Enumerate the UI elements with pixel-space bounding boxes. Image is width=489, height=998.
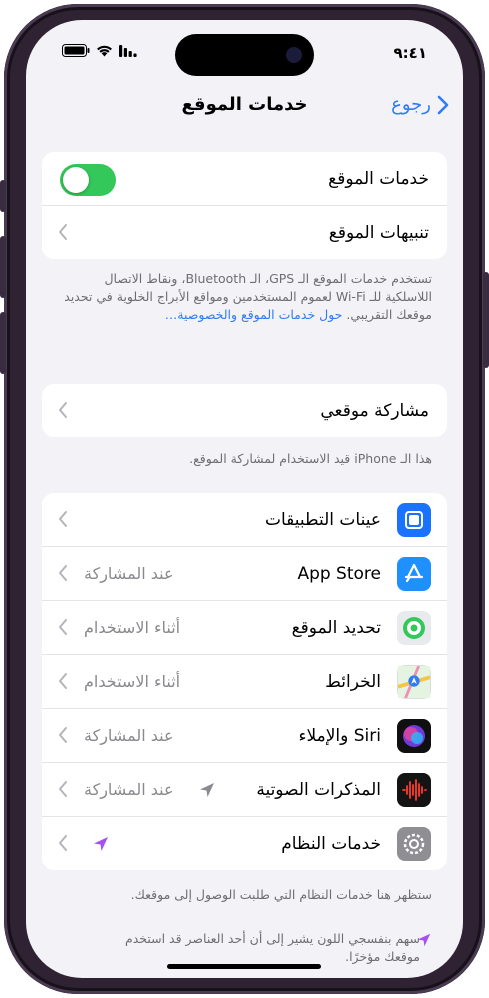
app-row-system-services[interactable]: خدمات النظام xyxy=(42,817,447,870)
purple-arrow-note: سهم بنفسجي اللون يشير إلى أن أحد العناصر… xyxy=(124,931,420,964)
app-label: المذكرات الصوتية xyxy=(256,779,381,800)
volume-up-button xyxy=(0,236,6,298)
app-permission-value: عند المشاركة xyxy=(84,726,174,745)
siri-icon xyxy=(397,719,431,753)
chevron-left-icon xyxy=(59,673,67,689)
screen: ٩:٤١ خدمات الموقع رجوع خدمات الموقع تنبي… xyxy=(26,20,463,978)
home-indicator[interactable] xyxy=(167,964,321,969)
toggle-knob xyxy=(63,167,89,193)
location-alerts-row[interactable]: تنبيهات الموقع xyxy=(42,206,447,259)
app-row-voice-memos[interactable]: المذكرات الصوتية عند المشاركة xyxy=(42,763,447,817)
wifi-icon xyxy=(97,45,112,57)
sample-apps-icon xyxy=(397,503,431,537)
location-services-description: تستخدم خدمات الموقع الـ GPS، الـ Bluetoo… xyxy=(56,270,432,324)
volume-down-button xyxy=(0,312,6,374)
location-arrow-icon xyxy=(200,783,214,797)
back-button[interactable]: رجوع xyxy=(391,94,449,115)
app-row-app-store[interactable]: App Store عند المشاركة xyxy=(42,547,447,601)
system-services-note: ستظهر هنا خدمات النظام التي طلبت الوصول … xyxy=(130,887,432,902)
chevron-left-icon xyxy=(59,835,67,851)
status-time: ٩:٤١ xyxy=(393,44,427,62)
maps-icon xyxy=(397,665,431,699)
app-label: App Store xyxy=(297,563,381,584)
back-label: رجوع xyxy=(391,94,431,115)
app-label: Siri والإملاء xyxy=(298,725,381,746)
location-services-label: خدمات الموقع xyxy=(328,168,429,189)
app-label: عينات التطبيقات xyxy=(264,509,381,530)
cellular-signal-icon xyxy=(119,44,137,57)
chevron-left-icon xyxy=(59,511,67,527)
share-my-location-row[interactable]: مشاركة موقعي xyxy=(42,384,447,437)
recent-location-arrow-icon xyxy=(417,933,431,947)
app-label: تحديد الموقع xyxy=(291,617,381,638)
battery-icon xyxy=(62,44,90,57)
chevron-left-icon xyxy=(59,402,67,418)
app-store-icon xyxy=(397,557,431,591)
apps-list: عينات التطبيقات App Store عند المشاركة ت… xyxy=(42,493,447,870)
settings-gear-icon xyxy=(397,827,431,861)
voice-memos-icon xyxy=(397,773,431,807)
app-permission-value: أثناء الاستخدام xyxy=(84,672,181,691)
privacy-link[interactable]: حول خدمات الموقع والخصوصية… xyxy=(165,307,343,322)
app-label: خدمات النظام xyxy=(281,833,381,854)
chevron-left-icon xyxy=(59,224,67,240)
camera-icon xyxy=(286,47,302,63)
chevron-right-icon xyxy=(437,95,449,114)
app-row-siri[interactable]: Siri والإملاء عند المشاركة xyxy=(42,709,447,763)
status-icons xyxy=(62,44,137,57)
app-label: الخرائط xyxy=(325,671,381,692)
chevron-left-icon xyxy=(59,727,67,743)
location-services-row: خدمات الموقع xyxy=(42,152,447,206)
chevron-left-icon xyxy=(59,781,67,797)
app-permission-value: أثناء الاستخدام xyxy=(84,618,181,637)
app-row-find-my[interactable]: تحديد الموقع أثناء الاستخدام xyxy=(42,601,447,655)
location-settings-group: خدمات الموقع تنبيهات الموقع xyxy=(42,152,447,259)
share-location-group: مشاركة موقعي xyxy=(42,384,447,437)
dynamic-island xyxy=(175,34,314,76)
silent-switch xyxy=(0,180,6,212)
app-permission-value: عند المشاركة xyxy=(84,564,174,583)
sharing-note: هذا الـ iPhone قيد الاستخدام لمشاركة الم… xyxy=(189,451,432,466)
location-services-toggle[interactable] xyxy=(60,164,116,196)
app-row-sample-apps[interactable]: عينات التطبيقات xyxy=(42,493,447,547)
chevron-left-icon xyxy=(59,619,67,635)
recent-location-arrow-icon xyxy=(94,837,108,851)
app-permission-value: عند المشاركة xyxy=(84,780,174,799)
share-my-location-label: مشاركة موقعي xyxy=(320,400,429,421)
find-my-icon xyxy=(397,611,431,645)
location-alerts-label: تنبيهات الموقع xyxy=(328,222,429,243)
app-row-maps[interactable]: الخرائط أثناء الاستخدام xyxy=(42,655,447,709)
side-button xyxy=(483,272,489,368)
chevron-left-icon xyxy=(59,565,67,581)
